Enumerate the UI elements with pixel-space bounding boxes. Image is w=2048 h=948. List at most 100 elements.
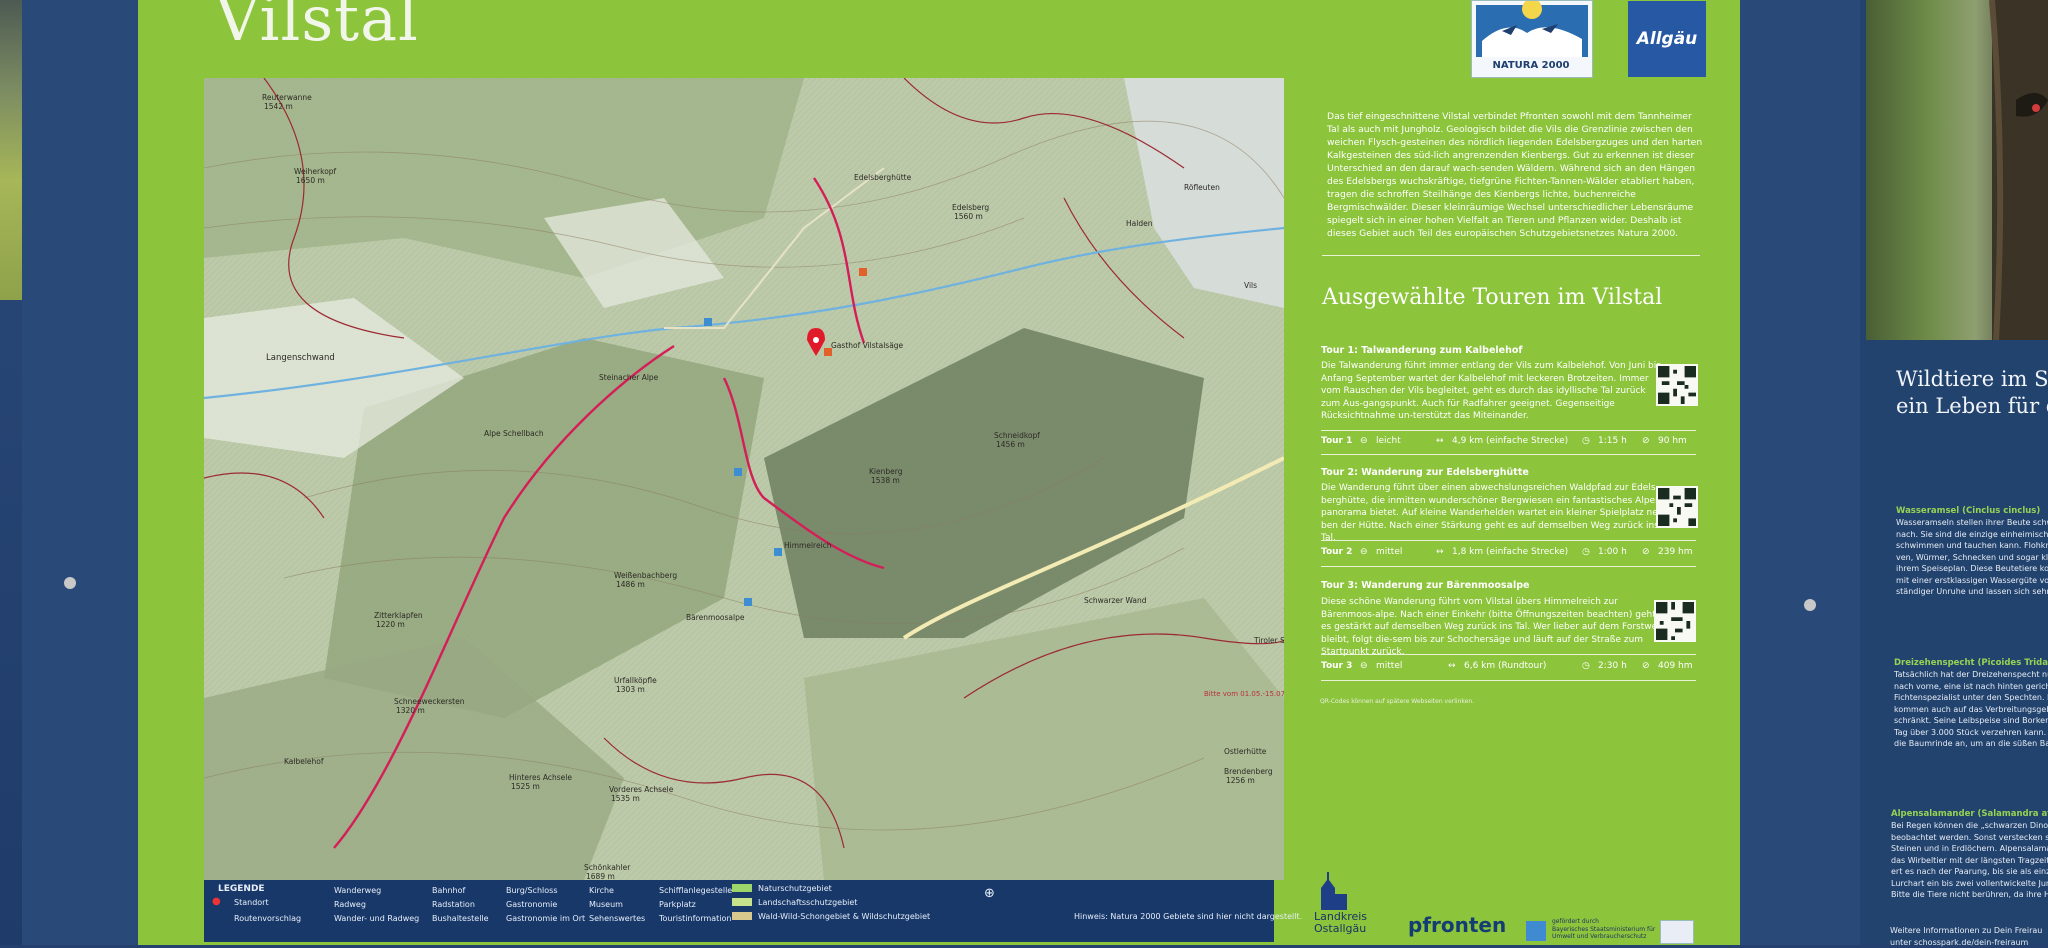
species-line: Steinen und in Erdlöchern. Alpensalama xyxy=(1891,843,2048,855)
qr-code-tour-2[interactable] xyxy=(1656,486,1698,528)
bayern-logo-icon xyxy=(1526,921,1546,941)
map-label: Schwarzer Wand xyxy=(1084,596,1147,605)
map-label: Kienberg xyxy=(869,467,903,476)
map-label: Tiroler Stadel xyxy=(1253,636,1284,645)
right-bolt xyxy=(1804,599,1816,611)
legend-item: Kirche xyxy=(589,886,614,895)
bavarian-crest-icon xyxy=(1660,920,1694,944)
left-bolt xyxy=(64,577,76,589)
map-label-sub: 1689 m xyxy=(586,872,615,880)
map-label: Reuterwanne xyxy=(262,93,312,102)
landkreis-name: Landkreis Ostallgäu xyxy=(1314,911,1367,935)
tour-2-title: Tour 2: Wanderung zur Edelsberghütte xyxy=(1321,467,1529,478)
legend-item: Standort xyxy=(234,898,269,907)
map-label: Brendenberg xyxy=(1224,767,1273,776)
legend-title: LEGENDE xyxy=(218,884,265,894)
map-label-sub: 1650 m xyxy=(296,176,325,185)
map-label: Halden xyxy=(1126,219,1153,228)
qr-note: QR-Codes können auf spätere Webseiten ve… xyxy=(1320,698,1474,705)
map-label-sub: 1486 m xyxy=(616,580,645,589)
right-post xyxy=(1740,0,1860,945)
species-text: Wasseramseln stellen ihrer Beute schw na… xyxy=(1896,517,2048,598)
map-label: Schneidkopf xyxy=(994,431,1040,440)
landschaftsschutz-swatch xyxy=(732,898,752,906)
species-line: ven, Würmer, Schnecken und sogar klei xyxy=(1896,552,2048,564)
elevation-icon: ⊘ xyxy=(1642,661,1650,671)
tour-3-elevation: 409 hm xyxy=(1658,661,1693,671)
map-label: Vils xyxy=(1244,281,1257,290)
qr-icon xyxy=(1658,366,1696,404)
legend-item: Parkplatz xyxy=(659,900,696,909)
map-label: Steinacher Alpe xyxy=(599,373,659,382)
divider xyxy=(1321,454,1696,455)
legend-item: Bushaltestelle xyxy=(432,914,489,923)
legend-item: Landschaftsschutzgebiet xyxy=(758,898,857,907)
castle-icon xyxy=(1313,870,1353,910)
map-label: Bärenmoosalpe xyxy=(686,613,745,622)
left-post xyxy=(22,0,142,945)
species-line: ihrem Speiseplan. Diese Beutetiere kom xyxy=(1896,563,2048,575)
tour-1-difficulty: leicht xyxy=(1376,436,1401,446)
tour-2-label: Tour 2 xyxy=(1321,547,1352,557)
divider xyxy=(1321,654,1696,655)
species-line: mit einer erstklassigen Wassergüte vor. xyxy=(1896,575,2048,587)
legend-hint: Hinweis: Natura 2000 Gebiete sind hier n… xyxy=(1074,912,1302,921)
species-line: Lurchart ein bis zwei vollentwickelte Ju… xyxy=(1891,878,2048,890)
species-title: Dreizehenspecht (Picoides Tridactylus xyxy=(1894,658,2048,668)
map-label: Gasthof Vilstalsäge xyxy=(831,341,904,350)
map-label: Weißenbachberg xyxy=(614,571,677,580)
species-line: schränkt. Seine Leibspeise sind Borkenk xyxy=(1894,715,2048,727)
species-line: das Wirbeltier mit der längsten Tragzeit… xyxy=(1891,855,2048,867)
species-line: nach vorne, eine ist nach hinten gericht xyxy=(1894,681,2048,693)
wildschutz-swatch xyxy=(732,912,752,920)
pfronten-logo: pfronten xyxy=(1408,913,1506,937)
natura-caption: NATURA 2000 xyxy=(1471,60,1591,71)
tour-2-elevation: 239 hm xyxy=(1658,547,1693,557)
species-text: Tatsächlich hat der Dreizehenspecht nu n… xyxy=(1894,669,2048,750)
legend-item: Wanderweg xyxy=(334,886,381,895)
tour-1-label: Tour 1 xyxy=(1321,436,1352,446)
qr-icon xyxy=(1656,602,1694,640)
species-title: Wasseramsel (Cinclus cinclus) xyxy=(1896,506,2040,516)
compass-icon: ⊕ xyxy=(984,886,995,901)
map-label: Langenschwand xyxy=(266,353,335,363)
intro-text: Das tief eingeschnittene Vilstal verbind… xyxy=(1327,110,1704,240)
bayern-sponsor-text: gefördert durch Bayerisches Staatsminist… xyxy=(1552,918,1655,941)
qr-code-tour-3[interactable] xyxy=(1654,600,1696,642)
map-graphic: Reuterwanne 1542 m Weiherkopf 1650 m Lan… xyxy=(204,78,1284,880)
tour-2-time: 1:00 h xyxy=(1598,547,1627,557)
species-line: die Baumrinde an, um an die süßen Bau xyxy=(1894,738,2048,750)
map-label-sub: 1560 m xyxy=(954,212,983,221)
map-label-sub: 1303 m xyxy=(616,685,645,694)
clock-icon: ◷ xyxy=(1582,661,1590,671)
legend-item: Burg/Schloss xyxy=(506,886,557,895)
legend-item: Sehenswertes xyxy=(589,914,645,923)
divider xyxy=(1321,430,1696,431)
species-line: beobachtet werden. Sonst verstecken sie xyxy=(1891,832,2048,844)
species-line: nach. Sie sind die einzige einheimische xyxy=(1896,529,2048,541)
allgau-logo: Allgäu xyxy=(1628,1,1706,77)
map-label-sub: 1525 m xyxy=(511,782,540,791)
species-line: Fichtenspezialist unter den Spechten. D xyxy=(1894,692,2048,704)
qr-code-tour-1[interactable] xyxy=(1656,364,1698,406)
neighbor-heading-line-2: ein Leben für d xyxy=(1896,393,2048,420)
map-notice: Bitte vom 01.05.-15.07. nicht begehen! xyxy=(1204,690,1284,698)
legend-item: Schifflanlegestelle xyxy=(659,886,732,895)
divider xyxy=(1321,540,1696,541)
difficulty-icon: ⊖ xyxy=(1360,661,1368,671)
species-title: Alpensalamander (Salamandra atra) xyxy=(1891,809,2048,819)
legend-item: Radweg xyxy=(334,900,366,909)
species-line: Tatsächlich hat der Dreizehenspecht nu xyxy=(1894,669,2048,681)
map-label-sub: 1256 m xyxy=(1226,776,1255,785)
difficulty-icon: ⊖ xyxy=(1360,547,1368,557)
tour-1-text: Die Talwanderung führt immer entlang der… xyxy=(1321,360,1666,423)
species-line: ständiger Unruhe und lassen sich sehr s xyxy=(1896,586,2048,598)
species-line: Tag über 3.000 Stück verzehren kann. Im xyxy=(1894,727,2048,739)
tour-3-difficulty: mittel xyxy=(1376,661,1402,671)
tour-3-label: Tour 3 xyxy=(1321,661,1352,671)
tour-2-distance: 1,8 km (einfache Strecke) xyxy=(1452,547,1568,557)
map-label: Zitterklapfen xyxy=(374,611,423,620)
species-line: schwimmen und tauchen kann. Flohkre xyxy=(1896,540,2048,552)
naturschutz-swatch xyxy=(732,884,752,892)
distance-icon: ↔ xyxy=(1448,661,1456,671)
